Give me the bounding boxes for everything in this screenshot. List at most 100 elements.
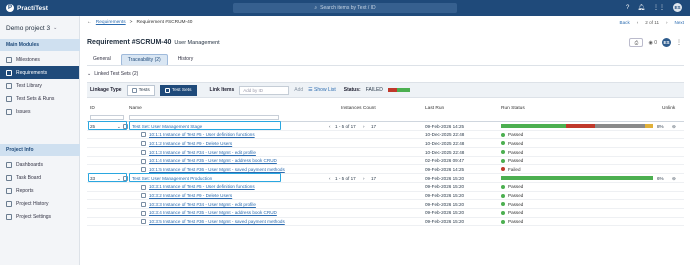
sidebar-item-label: Task Board bbox=[16, 174, 42, 181]
test-library-icon bbox=[6, 82, 12, 89]
help-icon[interactable]: ? bbox=[626, 5, 629, 11]
top-bar: P PractiTest ⌕ Search items by Text / ID… bbox=[0, 0, 690, 16]
instances-count: 17 bbox=[371, 123, 377, 129]
sidebar-item-label: Dashboards bbox=[16, 161, 43, 168]
sidebar-item-requirements[interactable]: Requirements bbox=[0, 66, 79, 79]
instance-name-link[interactable]: 10:3:5 Instance of Test #36 - User Mgmt … bbox=[149, 219, 285, 224]
sidebar-item-test-library[interactable]: Test Library bbox=[0, 79, 79, 92]
run-status-segment-not-run bbox=[595, 123, 646, 128]
instance-last-run: 09-Feb-2026 14:25 bbox=[425, 166, 465, 172]
status-dot-icon bbox=[501, 167, 505, 172]
sidebar-item-reports[interactable]: Reports bbox=[0, 184, 79, 197]
instance-status: Failed bbox=[501, 167, 521, 172]
instance-status: Passed bbox=[501, 210, 523, 215]
instance-icon bbox=[141, 193, 146, 199]
col-name-header[interactable]: Name bbox=[129, 106, 142, 111]
instance-name-link[interactable]: 10:3:2 Instance of Test #9 - Delete User… bbox=[149, 193, 232, 198]
pager-next-link[interactable]: Next bbox=[675, 20, 684, 25]
instance-icon bbox=[141, 210, 146, 216]
search-bar[interactable]: ⌕ Search items by Text / ID bbox=[233, 3, 457, 13]
instance-icon bbox=[141, 184, 146, 190]
instance-name-link[interactable]: 10:1:1 Instance of Test #5 - User defini… bbox=[149, 132, 255, 137]
instances-pager: 1 - 5 of 17 bbox=[335, 175, 356, 181]
col-instances-header[interactable]: Instances Count bbox=[341, 106, 376, 111]
run-status-percent: 6% bbox=[657, 175, 664, 181]
project-selector[interactable]: Demo project 3 ⌄ bbox=[0, 16, 79, 34]
instance-name-link[interactable]: 10:3:1 Instance of Test #5 - User defini… bbox=[149, 184, 255, 189]
sidebar: Demo project 3 ⌄ Main Modules Milestones… bbox=[0, 16, 80, 265]
instance-name-link[interactable]: 10:1:2 Instance of Test #9 - Delete User… bbox=[149, 141, 232, 146]
sidebar-item-milestones[interactable]: Milestones bbox=[0, 53, 79, 66]
app-logo[interactable]: P PractiTest bbox=[0, 4, 80, 12]
instance-row[interactable]: 10:3:5 Instance of Test #36 - User Mgmt … bbox=[87, 218, 684, 227]
assignee-avatar[interactable]: ES bbox=[662, 38, 671, 47]
requirement-id: Requirement #SCRUM-40 bbox=[87, 39, 172, 46]
instances-next-icon[interactable]: › bbox=[363, 176, 365, 181]
highlight-id-box bbox=[88, 121, 127, 130]
breadcrumb-link-requirements[interactable]: Requirements bbox=[96, 20, 126, 25]
user-avatar[interactable]: ES bbox=[673, 3, 682, 12]
add-button[interactable]: Add bbox=[294, 87, 303, 93]
sidebar-item-label: Project Settings bbox=[16, 213, 52, 220]
test-set-row[interactable]: 33 ⌄ Test Set: User Management Productio… bbox=[87, 173, 684, 183]
instance-name-link[interactable]: 10:1:4 Instance of Test #35 - User Mgmt … bbox=[149, 158, 277, 163]
instance-name-link[interactable]: 10:1:5 Instance of Test #36 - User Mgmt … bbox=[149, 167, 285, 172]
instance-row[interactable]: 10:1:2 Instance of Test #9 - Delete User… bbox=[87, 139, 684, 149]
status-dot-icon bbox=[501, 210, 505, 215]
instances-next-icon[interactable]: › bbox=[363, 124, 365, 129]
instance-row[interactable]: 10:3:3 Instance of Test #34 - User Mgmt … bbox=[87, 200, 684, 209]
pager-next-icon[interactable]: › bbox=[666, 20, 668, 25]
instances-prev-icon[interactable]: ‹ bbox=[329, 176, 331, 181]
linkage-tests-button[interactable]: Tests bbox=[126, 84, 155, 96]
sidebar-item-project-settings[interactable]: Project Settings bbox=[0, 210, 79, 223]
watchers-count[interactable]: ◉ 0 bbox=[648, 40, 657, 46]
add-by-id-input[interactable]: Add by ID bbox=[239, 85, 290, 95]
search-placeholder: Search items by Text / ID bbox=[320, 5, 376, 11]
instance-name-link[interactable]: 10:3:4 Instance of Test #35 - User Mgmt … bbox=[149, 210, 277, 215]
apps-icon[interactable]: ⋮⋮ bbox=[653, 4, 665, 11]
instance-status-label: Passed bbox=[508, 193, 524, 198]
instance-row[interactable]: 10:1:1 Instance of Test #5 - User defini… bbox=[87, 131, 684, 140]
col-id-header[interactable]: ID bbox=[90, 106, 95, 111]
history-icon bbox=[6, 200, 12, 207]
col-runstatus-header[interactable]: Run Status bbox=[501, 106, 525, 111]
show-list-button[interactable]: ☰ Show List bbox=[308, 87, 336, 93]
sidebar-item-test-sets[interactable]: Test Sets & Runs bbox=[0, 92, 79, 105]
project-info-header[interactable]: Project Info bbox=[0, 144, 80, 156]
print-icon[interactable]: ⎙ bbox=[629, 38, 644, 47]
instances-prev-icon[interactable]: ‹ bbox=[329, 124, 331, 129]
link-items-label: Link Items bbox=[209, 87, 235, 93]
instance-row[interactable]: 10:1:3 Instance of Test #34 - User Mgmt … bbox=[87, 148, 684, 157]
sidebar-item-project-history[interactable]: Project History bbox=[0, 197, 79, 210]
sidebar-item-dashboards[interactable]: Dashboards bbox=[0, 158, 79, 171]
instance-status-label: Passed bbox=[508, 219, 524, 225]
settings-icon bbox=[6, 213, 12, 220]
linkage-testsets-button[interactable]: Test Sets bbox=[159, 84, 197, 96]
instance-name-link[interactable]: 10:1:3 Instance of Test #34 - User Mgmt … bbox=[149, 150, 256, 155]
status-label: Status: bbox=[343, 87, 361, 93]
back-arrow-icon[interactable]: ← bbox=[87, 20, 92, 25]
linked-test-sets-header[interactable]: ⌄ Linked Test Sets (2) bbox=[87, 71, 138, 77]
pager-back-link[interactable]: Back bbox=[620, 20, 630, 25]
instance-row[interactable]: 10:1:4 Instance of Test #35 - User Mgmt … bbox=[87, 157, 684, 166]
test-sets-icon bbox=[164, 87, 170, 93]
more-options-icon[interactable]: ⋮ bbox=[676, 39, 682, 46]
instance-row[interactable]: 10:3:4 Instance of Test #35 - User Mgmt … bbox=[87, 209, 684, 218]
sidebar-item-task-board[interactable]: Task Board bbox=[0, 171, 79, 184]
name-filter-input[interactable] bbox=[129, 115, 279, 120]
sidebar-item-issues[interactable]: Issues bbox=[0, 105, 79, 118]
unlink-icon[interactable]: ⊖ bbox=[672, 124, 676, 130]
notifications-icon[interactable]: 🔔︎ bbox=[637, 4, 645, 11]
col-lastrun-header[interactable]: Last Run bbox=[425, 106, 444, 111]
instance-row[interactable]: 10:3:1 Instance of Test #5 - User defini… bbox=[87, 183, 684, 192]
unlink-icon[interactable]: ⊖ bbox=[672, 176, 676, 182]
instance-row[interactable]: 10:3:2 Instance of Test #9 - Delete User… bbox=[87, 192, 684, 201]
pager-prev-icon[interactable]: ‹ bbox=[637, 20, 639, 25]
instance-name-link[interactable]: 10:3:3 Instance of Test #34 - User Mgmt … bbox=[149, 202, 256, 207]
col-unlink-header[interactable]: Unlink bbox=[662, 106, 675, 111]
test-set-row[interactable]: 25 ⌄ Test Set: User Management Stage ‹ 1… bbox=[87, 121, 684, 131]
main-modules-header[interactable]: Main Modules bbox=[0, 39, 80, 51]
linkage-tests-label: Tests bbox=[138, 87, 150, 93]
breadcrumb-current: Requirement #SCRUM-40 bbox=[136, 20, 193, 25]
id-filter-input[interactable] bbox=[90, 115, 124, 120]
